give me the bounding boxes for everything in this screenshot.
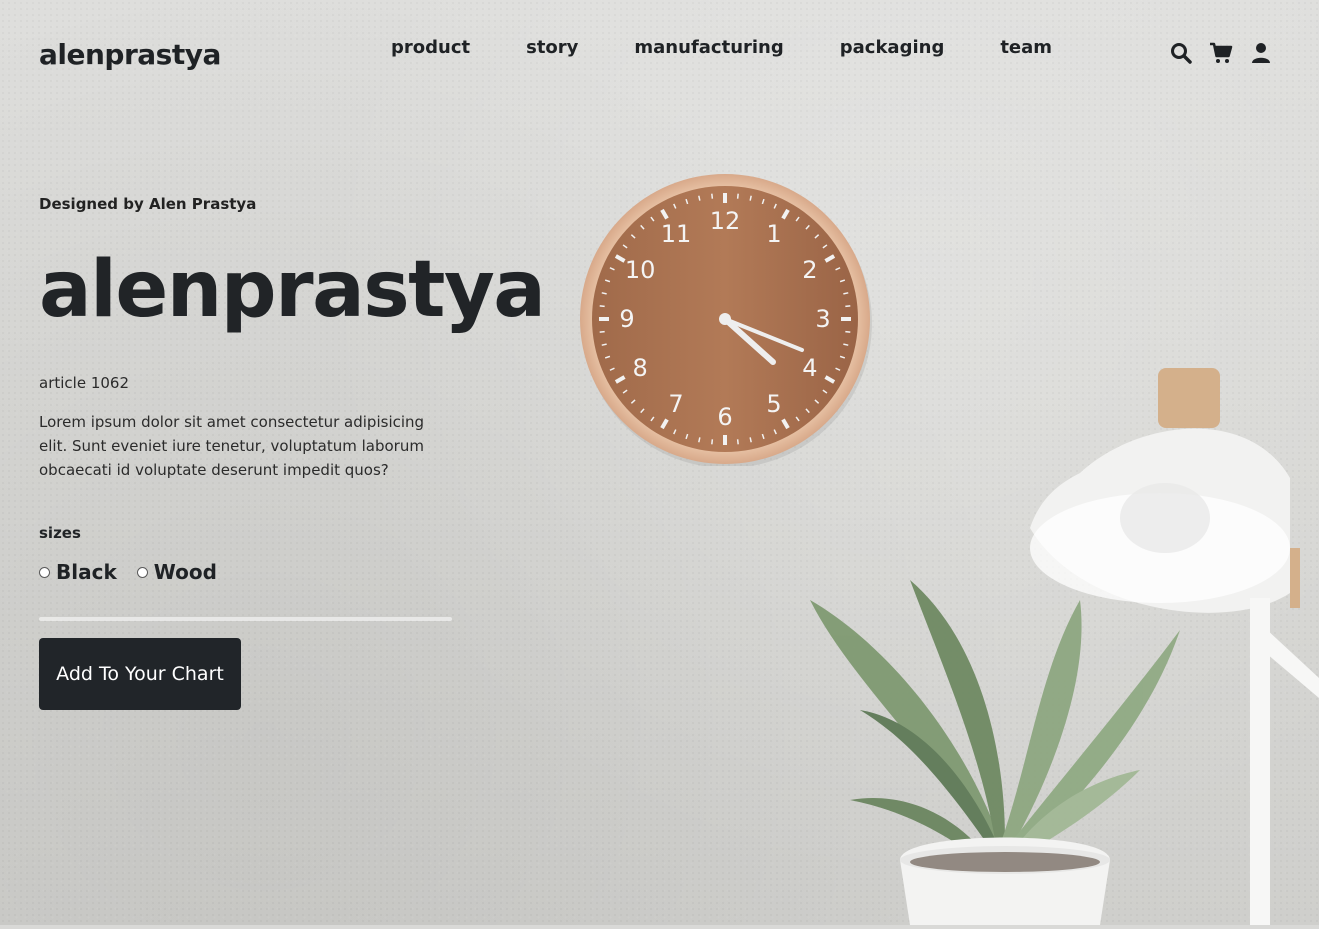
search-icon[interactable]: [1169, 41, 1193, 65]
nav-link-team[interactable]: team: [1000, 37, 1052, 58]
clock-number-12: 12: [710, 207, 741, 235]
clock-number-3: 3: [815, 305, 830, 333]
product-description: Lorem ipsum dolor sit amet consectetur a…: [39, 413, 425, 479]
clock-illustration: 12 12 3 45 6 78 9 1011: [580, 174, 872, 468]
size-options: Black Wood: [39, 560, 459, 584]
clock-number-2: 2: [802, 256, 817, 284]
option-wood-label: Wood: [153, 560, 217, 584]
divider-line: [39, 617, 452, 621]
clock-number-8: 8: [632, 354, 647, 382]
clock-number-4: 4: [802, 354, 817, 382]
clock-number-10: 10: [625, 256, 656, 284]
option-wood[interactable]: Wood: [136, 560, 217, 584]
nav-link-manufacturing[interactable]: manufacturing: [634, 37, 783, 58]
radio-wood[interactable]: [136, 566, 148, 578]
user-icon[interactable]: [1249, 41, 1273, 65]
option-black-label: Black: [56, 560, 117, 584]
nav-link-story[interactable]: story: [526, 37, 578, 58]
top-navbar: alenprastya product story manufacturing …: [0, 0, 1319, 110]
clock-number-5: 5: [766, 390, 781, 418]
article-number: article 1062: [39, 374, 129, 392]
option-black[interactable]: Black: [39, 560, 117, 584]
designed-by-label: Designed by Alen Prastya: [39, 195, 257, 213]
desk-lamp-image: [1020, 348, 1319, 925]
clock-number-9: 9: [619, 305, 634, 333]
wall-clock-image: 12 1 2 3 4 5 6 7 8 9 10 11: [578, 172, 872, 468]
hero-title: alenprastya: [39, 245, 546, 335]
nav-link-product[interactable]: product: [391, 37, 470, 58]
nav-link-packaging[interactable]: packaging: [840, 37, 945, 58]
sizes-label: sizes: [39, 524, 81, 542]
radio-black[interactable]: [39, 566, 50, 578]
hero-section: Designed by Alen Prastya alenprastya art…: [39, 195, 546, 710]
cart-icon[interactable]: [1209, 41, 1233, 65]
add-to-chart-button[interactable]: Add To Your Chart: [39, 638, 241, 710]
clock-number-1: 1: [766, 220, 781, 248]
clock-number-7: 7: [668, 390, 683, 418]
brand-logo[interactable]: alenprastya: [39, 38, 221, 71]
clock-number-6: 6: [717, 403, 732, 431]
navbar-icons: [1169, 41, 1273, 65]
clock-number-11: 11: [661, 220, 692, 248]
main-nav: product story manufacturing packaging te…: [391, 37, 1052, 58]
